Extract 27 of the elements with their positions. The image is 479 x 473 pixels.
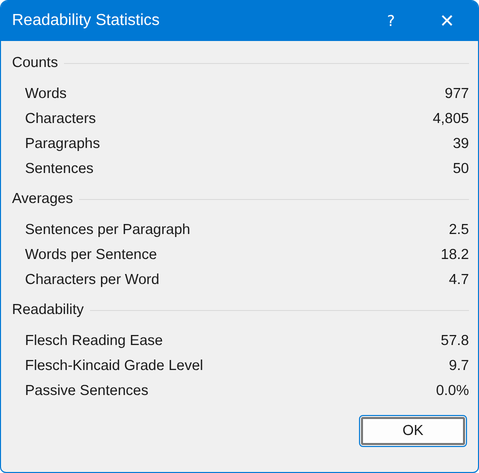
ok-button[interactable]: OK [361, 417, 465, 445]
section-heading: Counts [12, 55, 58, 71]
section-heading: Averages [12, 191, 73, 207]
statistic-label: Flesch-Kincaid Grade Level [25, 358, 204, 374]
window-title: Readability Statistics [12, 12, 161, 30]
statistic-value: 4,805 [432, 110, 469, 126]
statistic-value: 977 [444, 86, 469, 102]
statistic-label: Passive Sentences [25, 382, 148, 398]
statistic-value: 0.0% [436, 382, 469, 398]
help-button[interactable]: ? [368, 1, 414, 41]
statistic-value: 50 [452, 160, 469, 176]
statistic-label: Words [25, 86, 67, 102]
statistic-value: 2.5 [448, 222, 469, 238]
statistic-value: 4.7 [448, 272, 469, 288]
statistic-label: Paragraphs [25, 136, 100, 152]
statistic-value: 57.8 [440, 332, 469, 348]
statistic-label: Flesch Reading Ease [25, 332, 163, 348]
statistic-label: Characters per Word [25, 272, 160, 288]
statistic-value: 9.7 [448, 358, 469, 374]
statistic-value: 18.2 [440, 246, 469, 262]
statistic-label: Sentences [25, 160, 94, 176]
statistic-label: Words per Sentence [25, 246, 157, 262]
statistic-label: Sentences per Paragraph [25, 222, 190, 238]
statistic-label: Characters [25, 110, 96, 126]
section-heading: Readability [12, 302, 84, 318]
statistic-value: 39 [452, 136, 469, 152]
close-button[interactable]: ✕ [424, 1, 470, 41]
